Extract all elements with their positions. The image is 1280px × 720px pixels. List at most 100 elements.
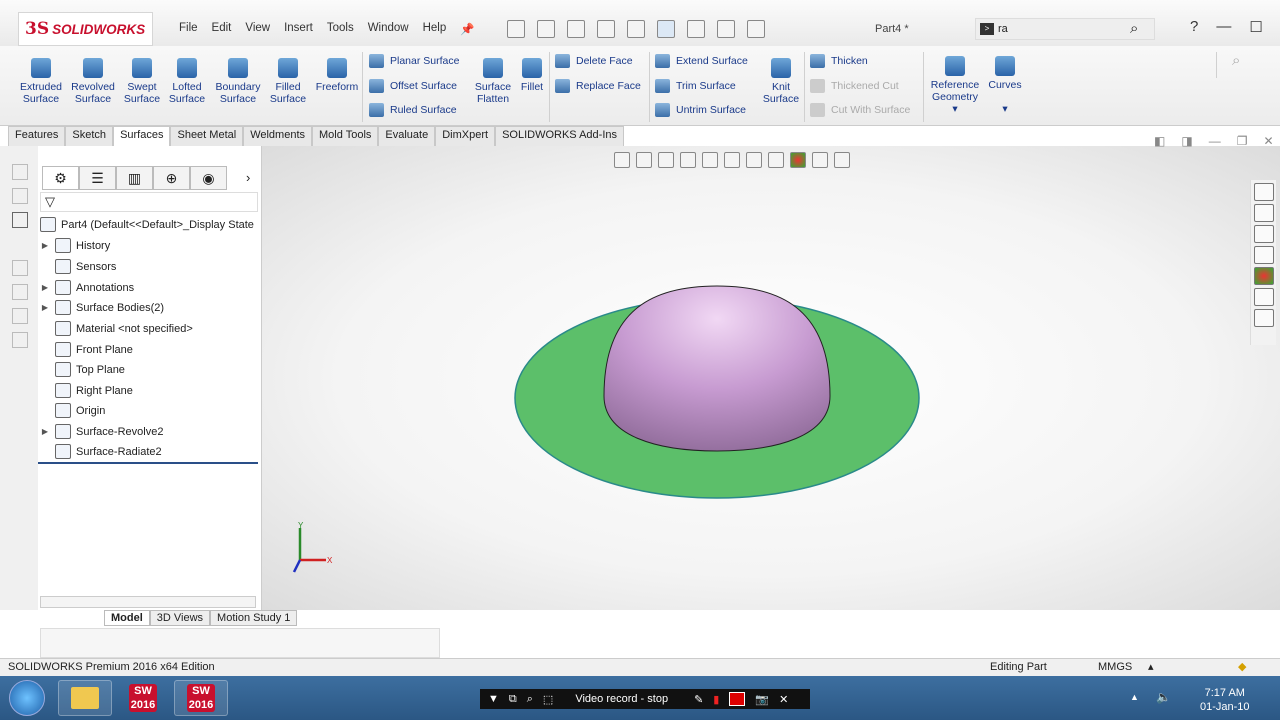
tab-model[interactable]: Model [104,610,150,626]
thickened-cut-button[interactable]: Thickened Cut [810,79,899,93]
tab-surfaces[interactable]: Surfaces [113,126,171,146]
custom-properties-icon[interactable] [1254,288,1274,306]
menu-file[interactable]: File [172,22,205,36]
replace-face-button[interactable]: Replace Face [555,79,641,93]
cut-with-surface-button[interactable]: Cut With Surface [810,103,910,117]
units-selector[interactable]: MMGS [1098,661,1132,673]
edit-tool-icon[interactable] [12,260,28,276]
system-clock[interactable]: 7:17 AM 01-Jan-10 [1200,686,1250,714]
lofted-surface-button[interactable]: Lofted Surface [166,58,208,105]
dropdown-icon[interactable]: ▼ [488,693,499,705]
copy-tool-icon[interactable] [12,284,28,300]
undo-icon[interactable] [627,20,645,38]
filled-surface-button[interactable]: Filled Surface [266,58,310,105]
pattern-tool-icon[interactable] [12,308,28,324]
tree-root-part[interactable]: Part4 (Default<<Default>_Display State [40,217,254,232]
tab-solidworks-add-ins[interactable]: SOLIDWORKS Add-Ins [495,126,624,146]
region-icon[interactable]: ⬚ [543,693,553,706]
file-explorer-icon[interactable] [1254,225,1274,243]
chevron-right-icon[interactable]: › [246,170,250,185]
menu-insert[interactable]: Insert [277,22,320,36]
smart-dimension-icon[interactable] [12,188,28,204]
camera-icon[interactable]: 📷 [755,693,769,706]
tab-mold-tools[interactable]: Mold Tools [312,126,379,146]
swept-surface-button[interactable]: Swept Surface [120,58,164,105]
feature-manager-tab-icon[interactable]: ⚙ [42,166,79,190]
tree-item-surface-revolve2[interactable]: ▶ Surface-Revolve2 [40,424,163,439]
knit-surface-button[interactable]: Knit Surface [760,58,802,105]
close-recorder-icon[interactable]: ✕ [779,693,788,706]
expand-arrow-icon[interactable]: ▶ [40,283,50,292]
magnifier-icon[interactable]: ⌕ [527,693,533,706]
tab-features[interactable]: Features [8,126,66,146]
boundary-surface-button[interactable]: Boundary Surface [212,58,264,105]
print-icon[interactable] [597,20,615,38]
tab-3d-views[interactable]: 3D Views [149,610,211,626]
show-hidden-icons[interactable]: ▲ [1130,692,1139,702]
minimize-button[interactable]: — [1216,18,1231,36]
fillet-button[interactable]: Fillet [518,58,546,93]
solidworks-resources-icon[interactable] [1254,183,1274,201]
tree-item-front-plane[interactable]: Front Plane [40,342,133,357]
tree-item-history[interactable]: ▶ History [40,238,110,253]
tab-motion-study-1[interactable]: Motion Study 1 [210,610,298,626]
dimxpert-manager-tab-icon[interactable]: ⊕ [153,166,190,190]
open-document-icon[interactable] [537,20,555,38]
window-icon[interactable]: ⧉ [509,693,517,706]
pin-icon[interactable]: 📌 [453,22,481,36]
chevron-up-icon[interactable]: ▴ [1148,660,1154,673]
menu-window[interactable]: Window [361,22,416,36]
help-icon[interactable]: ? [1190,18,1198,36]
trim-surface-button[interactable]: Trim Surface [655,79,736,93]
configuration-manager-tab-icon[interactable]: ▥ [116,166,153,190]
delete-face-button[interactable]: Delete Face [555,54,633,68]
sketch-tool-icon[interactable] [12,164,28,180]
tab-evaluate[interactable]: Evaluate [378,126,436,146]
untrim-surface-button[interactable]: Untrim Surface [655,103,746,117]
taskbar-explorer[interactable] [58,680,112,716]
solidworks-forum-icon[interactable] [1254,309,1274,327]
expand-arrow-icon[interactable]: ▶ [40,303,50,312]
extruded-surface-button[interactable]: Extruded Surface [18,58,64,105]
options-gear-icon[interactable] [747,20,765,38]
curves-button[interactable]: Curves ▾ [986,56,1024,115]
display-manager-tab-icon[interactable]: ◉ [190,166,227,190]
horizontal-scrollbar[interactable] [40,596,256,608]
tab-sketch[interactable]: Sketch [65,126,114,146]
surface-flatten-button[interactable]: Surface Flatten [472,58,514,105]
tree-item-right-plane[interactable]: Right Plane [40,383,133,398]
tree-item-annotations[interactable]: ▶ Annotations [40,280,134,295]
menu-edit[interactable]: Edit [205,22,239,36]
tag-icon[interactable]: ◆ [1238,660,1246,673]
menu-help[interactable]: Help [416,22,454,36]
start-button[interactable] [3,676,51,720]
search-icon[interactable]: ⌕ [1130,20,1138,37]
tree-item-origin[interactable]: Origin [40,403,105,418]
model-canvas[interactable] [262,146,1280,610]
revolved-surface-button[interactable]: Revolved Surface [70,58,116,105]
property-manager-tab-icon[interactable]: ☰ [79,166,116,190]
expand-arrow-icon[interactable]: ▶ [40,427,50,436]
file-properties-icon[interactable] [717,20,735,38]
pen-icon[interactable]: ✎ [694,693,703,706]
tab-dimxpert[interactable]: DimXpert [435,126,496,146]
stop-record-button[interactable] [729,692,746,706]
extend-surface-button[interactable]: Extend Surface [655,54,748,68]
tree-item-surface-radiate2[interactable]: Surface-Radiate2 [40,444,162,459]
menu-tools[interactable]: Tools [320,22,361,36]
maximize-button[interactable]: ☐ [1249,18,1262,36]
taskbar-solidworks-1[interactable]: SW 2016 [116,680,170,716]
tree-item-surface-bodies[interactable]: ▶ Surface Bodies(2) [40,300,164,315]
expand-arrow-icon[interactable]: ▶ [40,241,50,250]
new-document-icon[interactable] [507,20,525,38]
reference-geometry-button[interactable]: Reference Geometry ▾ [928,56,982,115]
search-commands-input[interactable]: > ra [975,18,1155,40]
tree-item-sensors[interactable]: Sensors [40,259,116,274]
planar-surface-button[interactable]: Planar Surface [369,54,459,68]
thicken-button[interactable]: Thicken [810,54,868,68]
revolved-surface-dome[interactable] [603,285,831,452]
select-arrow-icon[interactable] [657,20,675,38]
design-library-icon[interactable] [1254,204,1274,222]
menu-view[interactable]: View [238,22,277,36]
graphics-viewport[interactable]: ◧ ◨ — ❐ ✕ Y X [262,134,1280,610]
